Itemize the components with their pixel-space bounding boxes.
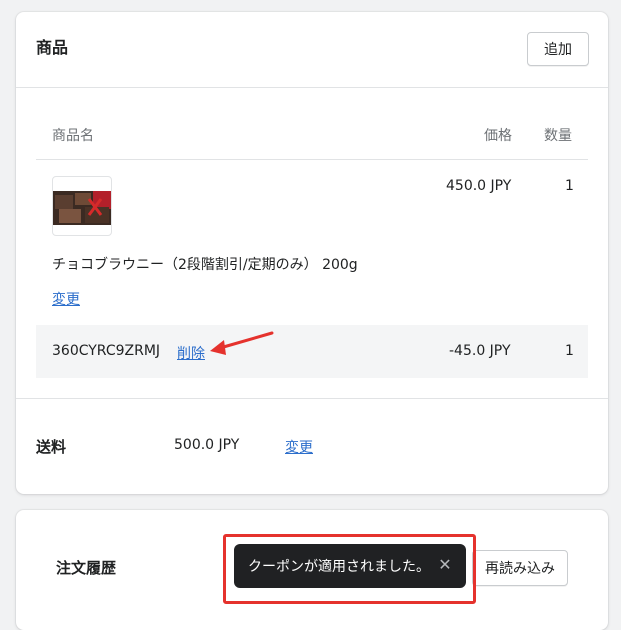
coupon-qty: 1	[565, 343, 574, 359]
shipping-label: 送料	[36, 438, 67, 456]
add-product-button[interactable]: 追加	[527, 32, 589, 66]
products-card: 商品 追加 商品名 価格 数量 450.0 JPY 1 チョコブラウニー（2段階…	[16, 12, 608, 494]
divider	[36, 159, 588, 160]
divider	[16, 398, 608, 399]
annotation-arrow-icon	[210, 331, 274, 355]
reload-button[interactable]: 再読み込み	[472, 550, 568, 586]
shipping-value: 500.0 JPY	[174, 437, 240, 453]
coupon-delete-link[interactable]: 削除	[177, 343, 205, 363]
item-change-link[interactable]: 変更	[52, 289, 80, 309]
products-title: 商品	[36, 38, 69, 57]
column-header-price: 価格	[484, 128, 512, 144]
brownie-image-icon	[53, 191, 111, 225]
item-qty: 1	[565, 178, 574, 194]
annotation-highlight-box	[223, 534, 476, 604]
coupon-price: -45.0 JPY	[449, 343, 511, 359]
item-name: チョコブラウニー（2段階割引/定期のみ） 200g	[52, 257, 358, 273]
divider	[16, 87, 608, 88]
product-thumbnail[interactable]	[52, 176, 112, 236]
order-history-title: 注文履歴	[56, 559, 117, 577]
coupon-code: 360CYRC9ZRMJ	[52, 343, 161, 359]
item-price: 450.0 JPY	[446, 178, 512, 194]
column-header-name: 商品名	[52, 128, 94, 144]
column-header-qty: 数量	[544, 128, 572, 144]
shipping-change-link[interactable]: 変更	[285, 437, 313, 457]
